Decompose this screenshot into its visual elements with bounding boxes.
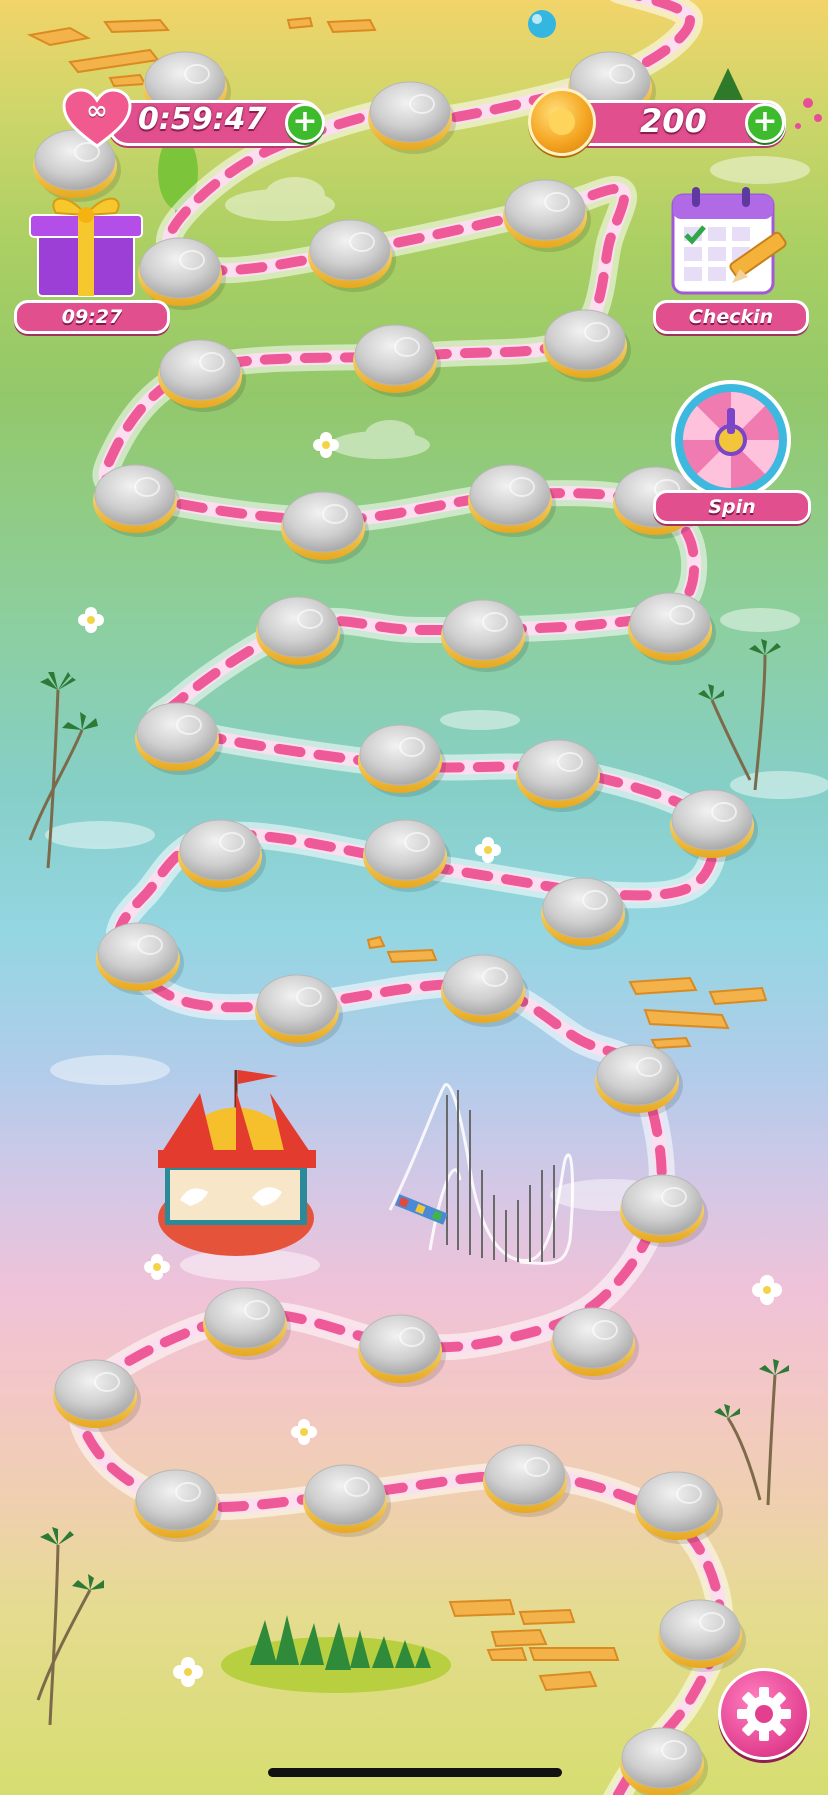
level-node-face [309, 219, 391, 281]
level-node-face [636, 1471, 718, 1533]
spin-label: Spin [653, 490, 811, 524]
level-node-face [621, 1174, 703, 1236]
level-node[interactable] [135, 702, 223, 775]
gift-box-icon[interactable] [26, 185, 146, 300]
level-node[interactable] [303, 1464, 391, 1537]
coaster-rails [446, 1090, 555, 1262]
level-node-face [542, 877, 624, 939]
level-node[interactable] [441, 954, 529, 1027]
level-node[interactable] [363, 819, 451, 892]
level-node[interactable] [670, 789, 758, 862]
spin-wheel-icon[interactable] [660, 378, 802, 503]
level-node-face [629, 592, 711, 654]
level-node[interactable] [134, 1469, 222, 1542]
level-node-face [354, 324, 436, 386]
level-node-face [596, 1044, 678, 1106]
add-coins-button[interactable]: + [745, 103, 785, 143]
level-node[interactable] [468, 464, 556, 537]
level-node[interactable] [441, 599, 529, 672]
level-node-face [256, 974, 338, 1036]
level-node-face [257, 596, 339, 658]
level-node-face [621, 1727, 703, 1789]
level-node-face [179, 819, 261, 881]
level-node-face [359, 1314, 441, 1376]
level-node-face [139, 237, 221, 299]
home-indicator[interactable] [268, 1768, 562, 1777]
level-node[interactable] [628, 592, 716, 665]
level-node[interactable] [368, 81, 456, 154]
grass-mound-decoration [221, 1615, 451, 1693]
level-node-face [54, 1359, 136, 1421]
heart-infinity-symbol: ∞ [86, 96, 108, 126]
level-node[interactable] [635, 1471, 723, 1544]
level-node[interactable] [620, 1174, 708, 1247]
level-node[interactable] [353, 324, 441, 397]
level-node-face [484, 1444, 566, 1506]
level-node[interactable] [255, 974, 343, 1047]
level-node-face [442, 954, 524, 1016]
level-node-face [671, 789, 753, 851]
level-node-face [97, 922, 179, 984]
level-node[interactable] [358, 1314, 446, 1387]
level-node-face [364, 819, 446, 881]
level-node-face [135, 1469, 217, 1531]
level-node-face [544, 309, 626, 371]
level-node[interactable] [551, 1307, 639, 1380]
coin-sun-mark [549, 109, 575, 135]
checkin-label: Checkin [653, 300, 809, 334]
calendar-checkin-icon[interactable] [670, 185, 792, 300]
level-node[interactable] [308, 219, 396, 292]
level-node[interactable] [203, 1287, 291, 1360]
heart-infinity-icon: ∞ [62, 88, 132, 150]
level-node-face [204, 1287, 286, 1349]
level-node[interactable] [96, 922, 184, 995]
level-node[interactable] [256, 596, 344, 669]
level-node[interactable] [358, 724, 446, 797]
level-node-face [659, 1599, 741, 1661]
level-node-face [359, 724, 441, 786]
gift-timer: 09:27 [14, 300, 170, 334]
coin-icon [528, 88, 596, 156]
level-node[interactable] [281, 491, 369, 564]
level-node-face [517, 739, 599, 801]
settings-gear-icon[interactable] [718, 1668, 810, 1760]
level-node-face [304, 1464, 386, 1526]
level-node[interactable] [483, 1444, 571, 1517]
level-node-face [442, 599, 524, 661]
lives-timer: 0:59:47 [138, 102, 267, 137]
level-node-face [552, 1307, 634, 1369]
coin-count: 200 [640, 102, 707, 140]
level-node[interactable] [595, 1044, 683, 1117]
carousel-decoration [158, 1070, 316, 1256]
level-map[interactable]: 0:59:47 ∞ + 200 + 09:27 Checkin Spin [0, 0, 828, 1795]
level-node[interactable] [543, 309, 631, 382]
level-node-face [504, 179, 586, 241]
level-node-face [282, 491, 364, 553]
level-node-face [136, 702, 218, 764]
level-node-face [369, 81, 451, 143]
level-node[interactable] [93, 464, 181, 537]
level-node-face [469, 464, 551, 526]
level-node-face [159, 339, 241, 401]
level-node-face [94, 464, 176, 526]
add-lives-button[interactable]: + [285, 103, 325, 143]
level-node[interactable] [620, 1727, 708, 1795]
level-node[interactable] [516, 739, 604, 812]
